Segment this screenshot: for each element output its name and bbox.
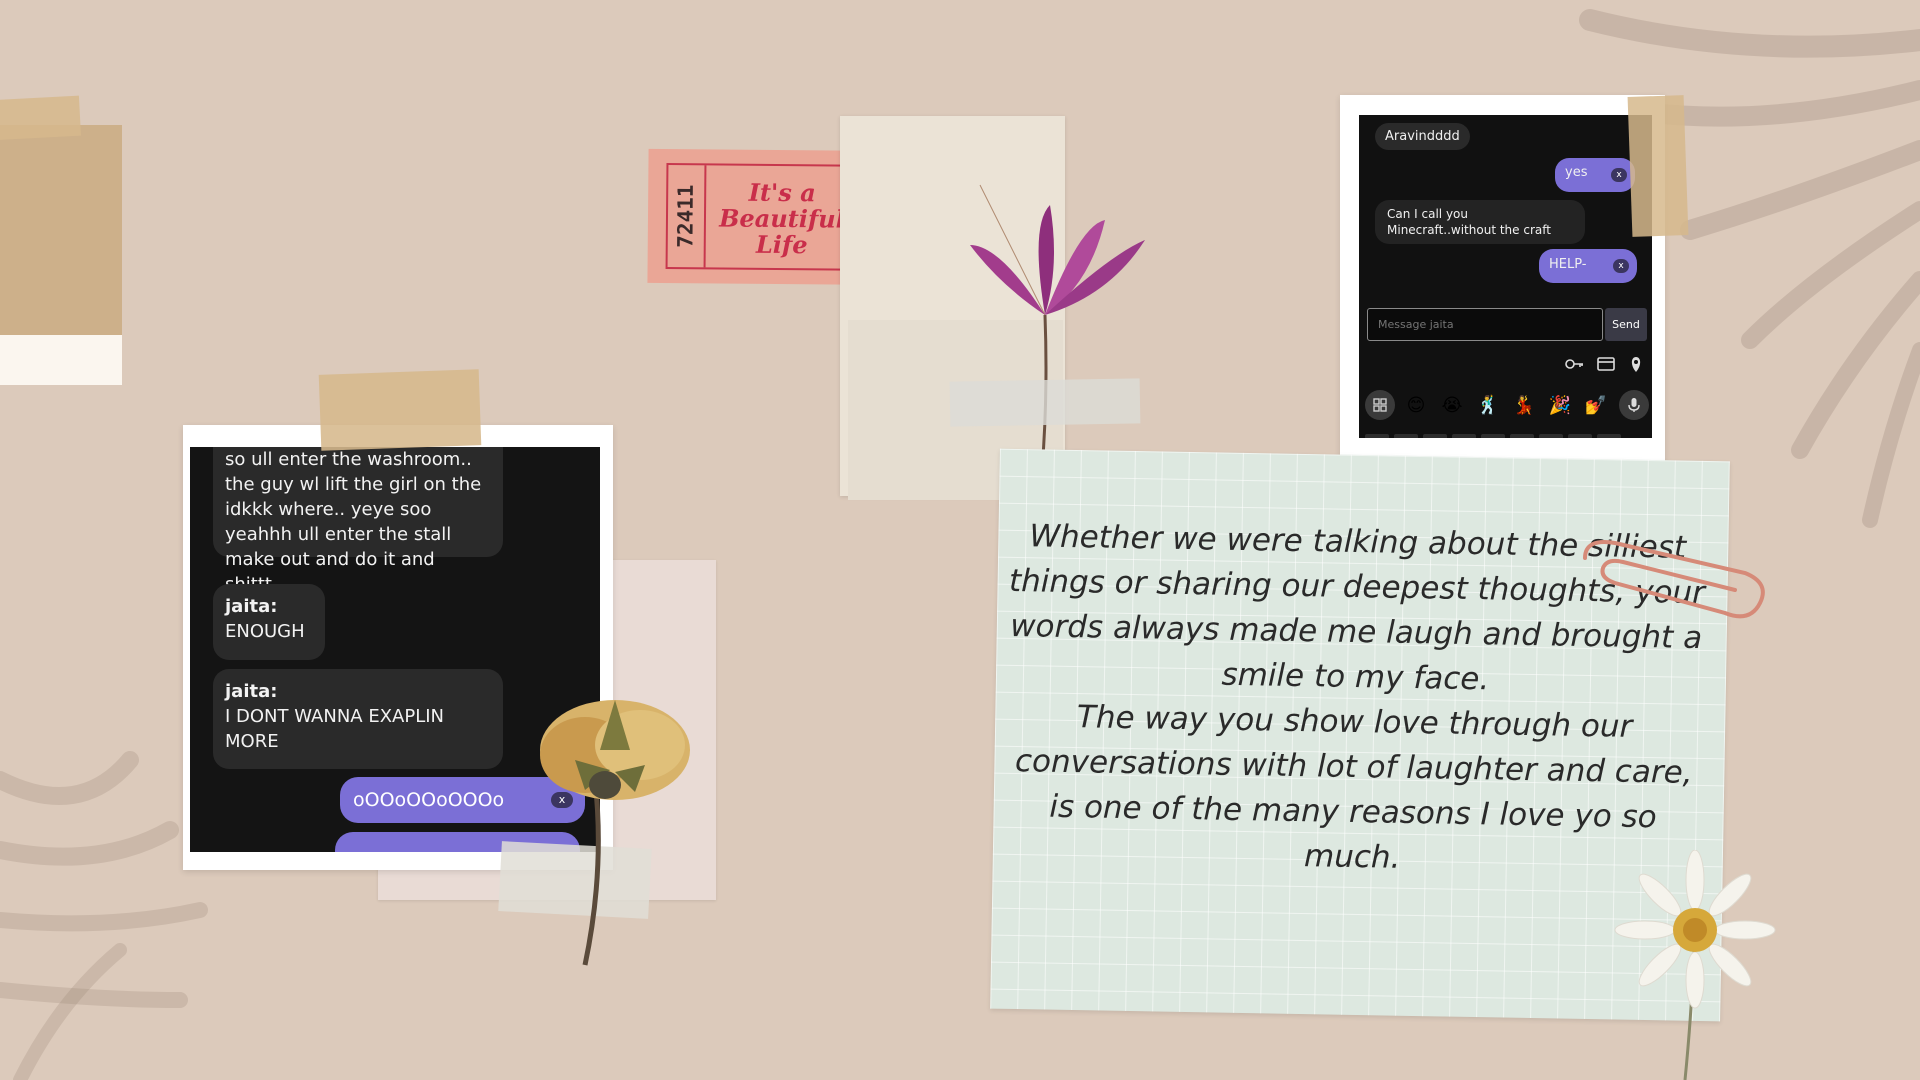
- message-text: ENOUGH: [225, 621, 305, 642]
- emoji-key[interactable]: 💃: [1509, 390, 1539, 420]
- emoji-bar: 😊 😭 🕺 💃 🎉 💅: [1365, 390, 1650, 422]
- key-icon[interactable]: [1564, 355, 1584, 373]
- phone-chat-screenshot: Aravindddd yes x Can I call you Minecraf…: [1359, 115, 1652, 438]
- keyboard-keys-partial: [1365, 427, 1645, 438]
- close-icon: x: [1611, 168, 1627, 182]
- emoji-key[interactable]: 💅: [1581, 390, 1611, 420]
- emoji-key[interactable]: 😊: [1401, 390, 1431, 420]
- message-text: oOOoOOoOOOo: [353, 789, 505, 811]
- contact-name-bubble: Aravindddd: [1375, 123, 1470, 150]
- grid-icon[interactable]: [1365, 390, 1395, 420]
- chat-message-bubble: jaita: I DONT WANNA EXAPLIN MORE: [213, 669, 503, 769]
- clear-tape: [949, 378, 1141, 427]
- ticket-title: It's a Beautiful Life: [719, 177, 845, 260]
- message-text: I DONT WANNA EXAPLIN MORE: [225, 706, 445, 752]
- message-text: yes: [1565, 165, 1588, 180]
- sent-message-bubble: HELP- x: [1539, 249, 1637, 283]
- dried-daisy-illustration: [1614, 850, 1776, 1080]
- white-paper-scrap: [0, 335, 122, 385]
- message-sender: jaita:: [225, 681, 278, 702]
- paperclip-illustration: [1583, 540, 1765, 619]
- dried-rose-illustration: [540, 700, 690, 966]
- received-message-bubble: Can I call you Minecraft..without the cr…: [1375, 200, 1585, 244]
- kraft-paper-scrap: [0, 125, 122, 335]
- send-button[interactable]: Send: [1605, 308, 1647, 341]
- card-icon[interactable]: [1596, 355, 1616, 373]
- mic-icon[interactable]: [1619, 390, 1649, 420]
- chat-message-bubble: so ull enter the washroom.. the guy wl l…: [213, 447, 503, 595]
- chat-message-bubble: jaita: ENOUGH: [213, 584, 325, 660]
- emoji-key[interactable]: 🎉: [1545, 390, 1575, 420]
- message-input[interactable]: [1367, 308, 1603, 341]
- sent-message-bubble: yes x: [1555, 158, 1635, 192]
- masking-tape: [318, 369, 482, 451]
- emoji-key[interactable]: 😭: [1437, 390, 1467, 420]
- emoji-key[interactable]: 🕺: [1473, 390, 1503, 420]
- message-text: so ull enter the washroom.. the guy wl l…: [225, 449, 482, 595]
- masking-tape: [1627, 95, 1689, 237]
- location-pin-icon[interactable]: [1626, 355, 1646, 373]
- close-icon: x: [1613, 259, 1629, 273]
- masking-tape: [0, 95, 81, 141]
- message-text: HELP-: [1549, 257, 1587, 272]
- ticket-number: 72411: [667, 165, 707, 268]
- dried-pink-flower-illustration: [970, 184, 1145, 471]
- message-sender: jaita:: [225, 596, 278, 617]
